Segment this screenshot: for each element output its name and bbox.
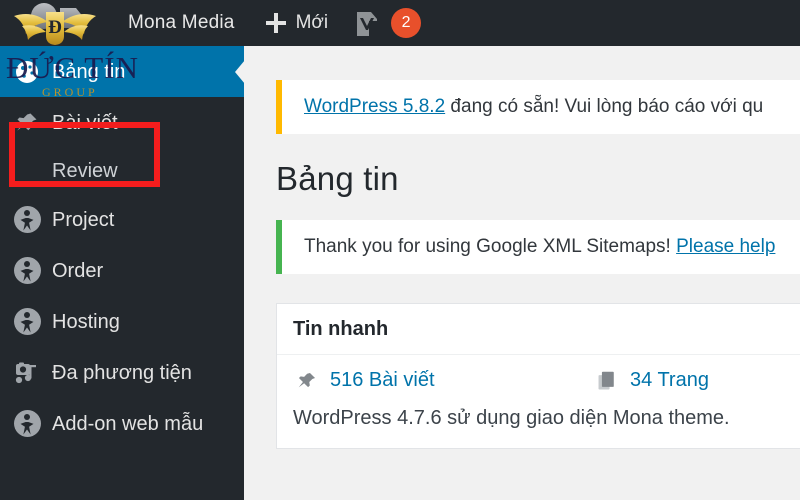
widget-body: 516 Bài viết 34 Trang WordPress 4.7.6 sử… bbox=[277, 355, 800, 448]
pages-icon bbox=[593, 370, 621, 392]
sidebar-item-label: Hosting bbox=[52, 310, 120, 333]
sidebar-item-label: Project bbox=[52, 208, 115, 231]
wordpress-admin-screen: Ð Mona Media Mới 2 Bảng tin Bài viết Rev… bbox=[0, 0, 800, 500]
sidebar-item-bang-tin[interactable]: Bảng tin bbox=[0, 46, 244, 97]
glance-counts-row: 516 Bài viết 34 Trang bbox=[293, 369, 800, 392]
person-circle-icon bbox=[10, 308, 44, 335]
sidebar-item-order[interactable]: Order bbox=[0, 245, 244, 296]
page-title: Bảng tin bbox=[276, 160, 399, 197]
admin-bar: Ð Mona Media Mới 2 bbox=[0, 0, 800, 46]
main-content-area: WordPress 5.8.2 đang có sẵn! Vui lòng bá… bbox=[244, 46, 800, 500]
wordpress-update-notice: WordPress 5.8.2 đang có sẵn! Vui lòng bá… bbox=[276, 80, 800, 134]
sidebar-item-label: Add-on web mẫu bbox=[52, 412, 204, 435]
sidebar-item-da-phuong-tien[interactable]: Đa phương tiện bbox=[0, 347, 244, 398]
sidebar-item-label: Order bbox=[52, 259, 104, 282]
media-icon bbox=[10, 360, 44, 386]
wordpress-version-link[interactable]: WordPress 5.8.2 bbox=[304, 96, 445, 117]
notification-badge[interactable]: 2 bbox=[391, 8, 422, 38]
sidebar-item-label: Bảng tin bbox=[52, 60, 126, 83]
duc-tin-winged-emblem-logo[interactable]: Ð bbox=[6, 0, 126, 46]
sidebar-item-hosting[interactable]: Hosting bbox=[0, 296, 244, 347]
pushpin-icon bbox=[293, 370, 321, 392]
person-circle-icon bbox=[10, 257, 44, 284]
glance-pages-link[interactable]: 34 Trang bbox=[593, 369, 709, 392]
sidebar-item-project[interactable]: Project bbox=[0, 194, 244, 245]
svg-text:Ð: Ð bbox=[48, 17, 62, 38]
admin-sidebar-menu: Bảng tin Bài viết Review Project Order H… bbox=[0, 46, 244, 500]
plus-icon bbox=[265, 12, 287, 34]
sitemaps-notice-text: Thank you for using Google XML Sitemaps! bbox=[304, 236, 677, 257]
widget-title: Tin nhanh bbox=[277, 304, 800, 355]
sidebar-item-label: Bài viết bbox=[52, 111, 118, 134]
dashboard-icon bbox=[10, 59, 44, 85]
update-notice-text: đang có sẵn! Vui lòng báo cáo với qu bbox=[445, 96, 764, 117]
new-content-label: Mới bbox=[295, 12, 329, 33]
glance-posts-label: 516 Bài viết bbox=[330, 369, 435, 391]
sidebar-item-add-on-web-mau[interactable]: Add-on web mẫu bbox=[0, 398, 244, 449]
new-content-button[interactable]: Mới bbox=[265, 12, 329, 34]
site-name[interactable]: Mona Media bbox=[128, 12, 235, 34]
glance-version-text: WordPress 4.7.6 sử dụng giao diện Mona t… bbox=[293, 407, 730, 429]
sidebar-subitem-label: Review bbox=[52, 160, 118, 182]
person-circle-icon bbox=[10, 410, 44, 437]
sidebar-item-bai-viet[interactable]: Bài viết bbox=[0, 97, 244, 148]
sitemaps-notice: Thank you for using Google XML Sitemaps!… bbox=[276, 220, 800, 274]
sidebar-subitem-review[interactable]: Review bbox=[0, 148, 244, 194]
yoast-seo-icon[interactable] bbox=[354, 9, 380, 37]
sidebar-item-label: Đa phương tiện bbox=[52, 361, 192, 384]
person-circle-icon bbox=[10, 206, 44, 233]
at-a-glance-widget: Tin nhanh 516 Bài viết 34 Trang WordPres… bbox=[276, 303, 800, 449]
sitemaps-help-link[interactable]: Please help bbox=[676, 236, 775, 257]
glance-pages-label: 34 Trang bbox=[630, 369, 709, 391]
pushpin-icon bbox=[10, 110, 44, 136]
glance-posts-link[interactable]: 516 Bài viết bbox=[293, 369, 593, 392]
